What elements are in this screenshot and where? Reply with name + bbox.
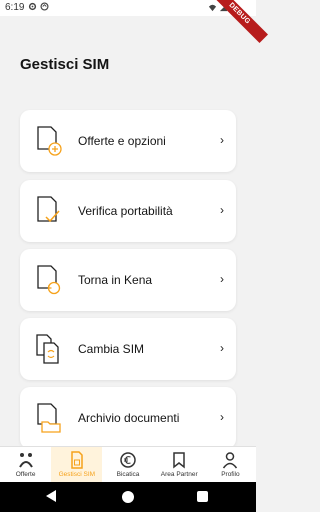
chevron-right-icon: ›: [220, 133, 224, 147]
chevron-right-icon: ›: [220, 410, 224, 424]
wifi-icon: [208, 4, 217, 12]
nav-item-gestisci-sim[interactable]: Gestisci SIM: [51, 447, 103, 482]
status-bar: 6:19 DEBUG: [0, 0, 268, 43]
menu-item-label: Torna in Kena: [78, 273, 153, 287]
menu-item-archivio-documenti[interactable]: Archivio documenti ›: [20, 387, 236, 449]
folder-icon: [37, 403, 61, 433]
back-icon[interactable]: [46, 490, 56, 502]
status-icons: [28, 2, 49, 11]
euro-coin-icon: [120, 452, 136, 468]
page-title: Gestisci SIM: [20, 56, 110, 73]
menu-item-label: Verifica portabilità: [78, 204, 173, 218]
sim-return-icon: [37, 265, 61, 295]
sim-plus-icon: [37, 126, 62, 156]
home-icon[interactable]: [122, 491, 134, 503]
menu-item-offerte[interactable]: Offerte e opzioni ›: [20, 110, 236, 172]
nav-label: Gestisci SIM: [58, 471, 96, 478]
nav-item-area-partner[interactable]: Area Partner: [154, 447, 205, 482]
nav-label: Bicatica: [116, 471, 140, 478]
nav-item-bicatica[interactable]: Bicatica: [102, 447, 153, 482]
gear-icon: [28, 2, 37, 11]
sync-icon: [40, 2, 49, 11]
bookmark-icon: [173, 452, 185, 469]
sim-card-icon: [71, 451, 83, 469]
menu-item-label: Offerte e opzioni: [78, 134, 166, 148]
menu-item-label: Cambia SIM: [78, 342, 145, 356]
recent-apps-icon[interactable]: [197, 491, 208, 502]
status-time: 6:19: [5, 2, 25, 13]
menu-item-verifica-portabilita[interactable]: Verifica portabilità ›: [20, 180, 236, 242]
offers-icon: [18, 453, 33, 468]
nav-label: Area Partner: [160, 471, 198, 478]
chevron-right-icon: ›: [220, 203, 224, 217]
chevron-right-icon: ›: [220, 272, 224, 286]
nav-item-profilo[interactable]: Profilo: [205, 447, 256, 482]
chevron-right-icon: ›: [220, 341, 224, 355]
menu-item-label: Archivio documenti: [78, 411, 180, 425]
bottom-nav: Offerte Gestisci SIM Bicatica Area Partn…: [0, 446, 256, 482]
menu-item-torna-in-kena[interactable]: Torna in Kena ›: [20, 249, 236, 311]
nav-item-offerte[interactable]: Offerte: [0, 447, 51, 482]
nav-label: Profilo: [221, 471, 240, 478]
system-nav-bar: [0, 482, 256, 512]
menu-item-cambia-sim[interactable]: Cambia SIM ›: [20, 318, 236, 380]
sim-swap-icon: [36, 334, 59, 364]
user-icon: [223, 452, 238, 469]
sim-check-icon: [37, 196, 60, 223]
nav-label: Offerte: [15, 471, 36, 478]
